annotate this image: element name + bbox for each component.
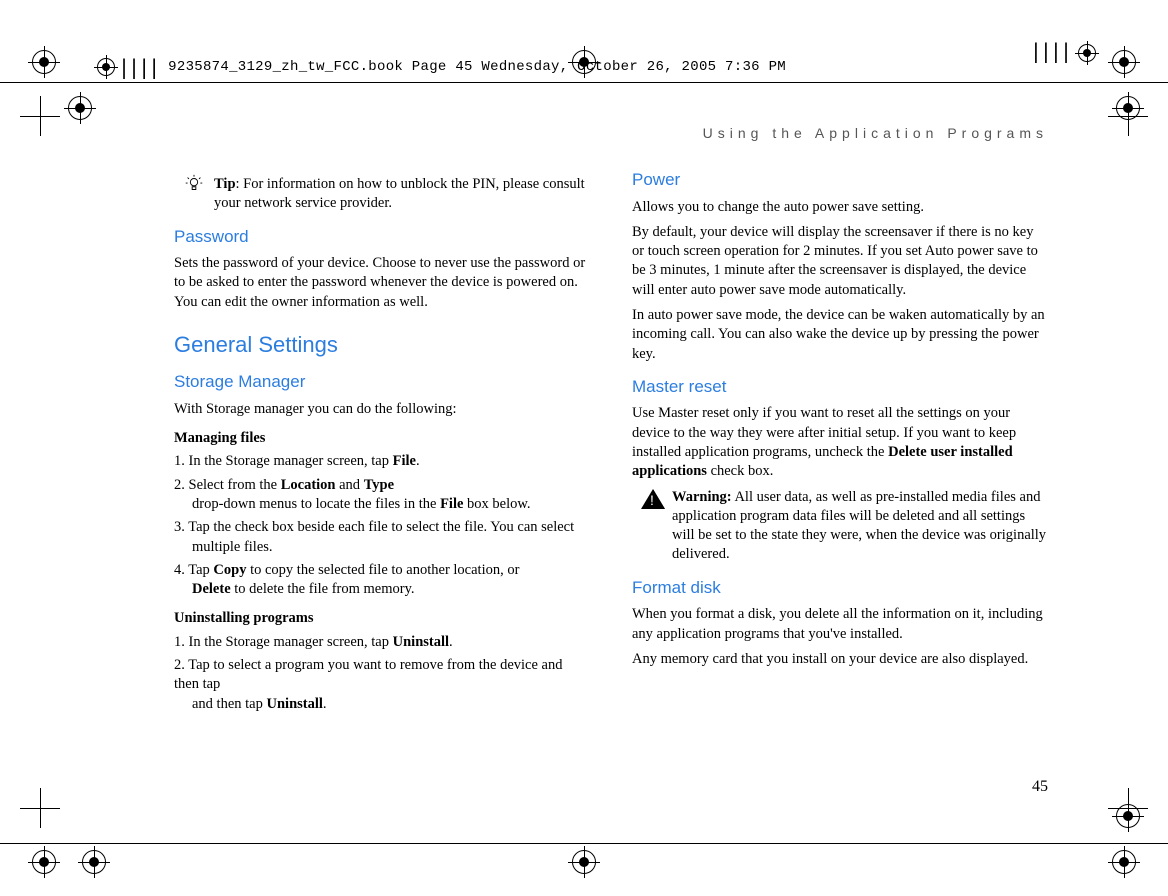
location-label: Location <box>281 477 336 493</box>
tip-text: : For information on how to unblock the … <box>214 176 585 211</box>
managing-step-3: 3. Tap the check box beside each file to… <box>174 518 590 557</box>
managing-step-4: 4. Tap Copy to copy the selected file to… <box>174 561 590 600</box>
bars-icon: |||| <box>1030 44 1070 62</box>
svg-text:!: ! <box>650 492 654 508</box>
text: 4. Tap <box>174 562 213 578</box>
registration-mark-bl <box>32 850 56 874</box>
crop-mark-bl <box>20 788 60 828</box>
running-header: Using the Application Programs <box>174 125 1048 141</box>
registration-mark-bottom-center <box>572 850 596 874</box>
warning-callout: ! Warning: All user data, as well as pre… <box>632 488 1048 565</box>
text: 2. Select from the <box>174 477 281 493</box>
registration-mark-top-center <box>572 50 596 74</box>
text: 1. In the Storage manager screen, tap <box>174 453 393 469</box>
registration-mark-br2 <box>1116 804 1140 828</box>
crop-mark-tl <box>20 96 60 136</box>
warning-icon: ! <box>640 488 666 513</box>
print-header: |||| 9235874_3129_zh_tw_FCC.book Page 45… <box>97 58 1133 76</box>
text: box below. <box>463 496 530 512</box>
copy-label: Copy <box>213 562 246 578</box>
format-p1: When you format a disk, you delete all t… <box>632 605 1048 644</box>
delete-label: Delete <box>192 581 231 597</box>
warning-label: Warning: <box>672 489 732 505</box>
power-p3: In auto power save mode, the device can … <box>632 306 1048 364</box>
registration-mark-header-left <box>97 58 115 76</box>
bars-icon: |||| <box>118 60 158 74</box>
rule-top <box>0 82 1168 83</box>
registration-mark-tl2 <box>68 96 92 120</box>
master-reset-text: Use Master reset only if you want to res… <box>632 404 1048 481</box>
uninstall-label: Uninstall <box>267 696 323 712</box>
text: . <box>323 696 327 712</box>
page-number: 45 <box>1032 778 1048 796</box>
text: check box. <box>707 463 773 479</box>
managing-step-2: 2. Select from the Location and Type dro… <box>174 476 590 515</box>
registration-mark-bl2 <box>82 850 106 874</box>
text: 3. Tap the check box beside each file to… <box>174 518 590 557</box>
file-label: File <box>393 453 416 469</box>
registration-mark-tl <box>32 50 56 74</box>
print-header-text: 9235874_3129_zh_tw_FCC.book Page 45 Wedn… <box>168 59 786 75</box>
text: . <box>449 634 453 650</box>
password-heading: Password <box>174 226 590 249</box>
registration-mark-br <box>1112 850 1136 874</box>
uninstall-step-2: 2. Tap to select a program you want to r… <box>174 656 590 714</box>
type-label: Type <box>364 477 394 493</box>
power-p1: Allows you to change the auto power save… <box>632 198 1048 217</box>
registration-mark-tr2 <box>1116 96 1140 120</box>
page-content: Using the Application Programs Tip: For … <box>174 125 1048 786</box>
header-ornament-left: |||| <box>97 58 158 76</box>
text: to delete the file from memory. <box>231 581 415 597</box>
managing-files-heading: Managing files <box>174 429 590 448</box>
master-reset-heading: Master reset <box>632 376 1048 399</box>
registration-mark-header-right <box>1078 44 1096 62</box>
storage-manager-heading: Storage Manager <box>174 371 590 394</box>
tip-callout: Tip: For information on how to unblock t… <box>174 175 590 214</box>
text: . <box>416 453 420 469</box>
uninstall-label: Uninstall <box>393 634 449 650</box>
text: to copy the selected file to another loc… <box>246 562 519 578</box>
managing-step-1: 1. In the Storage manager screen, tap Fi… <box>174 452 590 471</box>
column-right: Power Allows you to change the auto powe… <box>632 169 1048 718</box>
format-disk-heading: Format disk <box>632 577 1048 600</box>
uninstall-step-1: 1. In the Storage manager screen, tap Un… <box>174 633 590 652</box>
text: drop-down menus to locate the files in t… <box>192 496 440 512</box>
storage-manager-text: With Storage manager you can do the foll… <box>174 400 590 419</box>
bulb-icon <box>182 173 206 198</box>
column-left: Tip: For information on how to unblock t… <box>174 169 590 718</box>
power-heading: Power <box>632 169 1048 192</box>
rule-bottom <box>0 843 1168 844</box>
format-p2: Any memory card that you install on your… <box>632 650 1048 669</box>
password-text: Sets the password of your device. Choose… <box>174 254 590 312</box>
general-settings-heading: General Settings <box>174 330 590 359</box>
text: 1. In the Storage manager screen, tap <box>174 634 393 650</box>
tip-label: Tip <box>214 176 236 192</box>
power-p2: By default, your device will display the… <box>632 223 1048 300</box>
text: and <box>336 477 364 493</box>
header-ornament-right: |||| <box>1030 44 1096 62</box>
text: and then tap <box>192 696 267 712</box>
file-label: File <box>440 496 463 512</box>
uninstalling-heading: Uninstalling programs <box>174 609 590 628</box>
